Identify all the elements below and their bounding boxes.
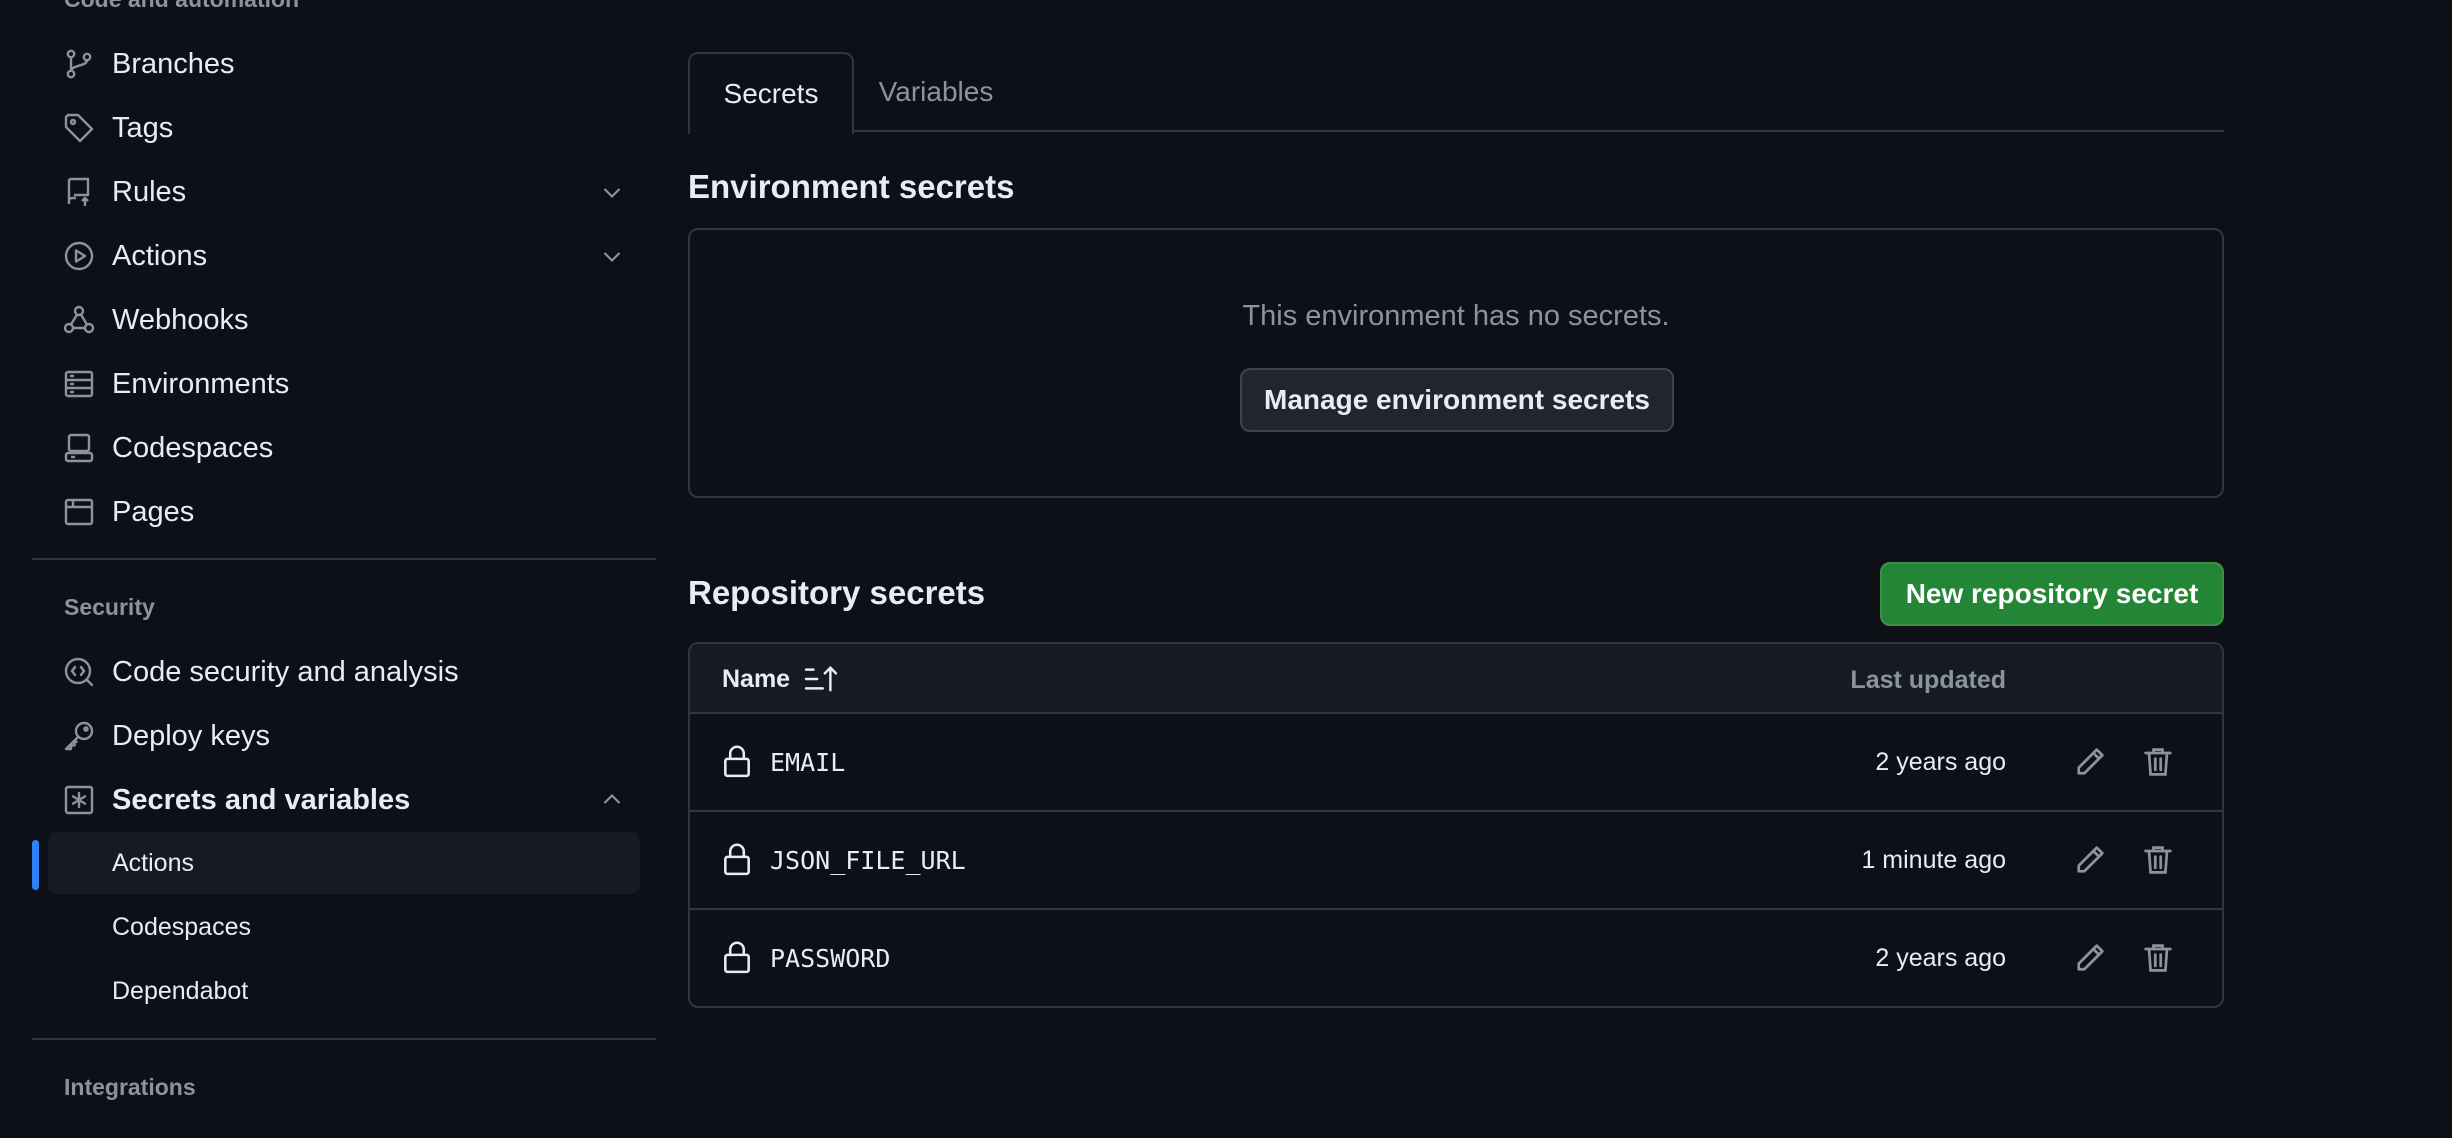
sidebar-subitem-label: Actions bbox=[112, 848, 194, 877]
sidebar-subitem-actions[interactable]: Actions bbox=[48, 832, 640, 894]
table-row: JSON_FILE_URL 1 minute ago bbox=[690, 812, 2222, 910]
section-heading-integrations: Integrations bbox=[64, 1074, 196, 1100]
sidebar-item-environments[interactable]: Environments bbox=[48, 354, 640, 414]
empty-state-text: This environment has no secrets. bbox=[1242, 300, 1670, 332]
sidebar-item-label: Codespaces bbox=[112, 431, 274, 464]
sidebar-item-actions[interactable]: Actions bbox=[48, 226, 640, 286]
secret-name: EMAIL bbox=[770, 748, 846, 777]
section-heading-code-automation: Code and automation bbox=[64, 0, 299, 13]
sidebar-subitem-codespaces[interactable]: Codespaces bbox=[48, 896, 640, 958]
last-updated: 2 years ago bbox=[1875, 944, 2006, 972]
table-row: EMAIL 2 years ago bbox=[690, 714, 2222, 812]
sidebar-item-webhooks[interactable]: Webhooks bbox=[48, 290, 640, 350]
chevron-down-icon[interactable] bbox=[600, 244, 624, 268]
sidebar-item-label: Deploy keys bbox=[112, 719, 270, 752]
secret-name: PASSWORD bbox=[770, 944, 891, 973]
sidebar-item-label: Branches bbox=[112, 47, 235, 80]
sidebar-item-label: Code security and analysis bbox=[112, 655, 459, 688]
sidebar-divider bbox=[32, 558, 656, 560]
sidebar-item-rules[interactable]: Rules bbox=[48, 162, 640, 222]
tab-bar: Secrets Variables bbox=[688, 52, 2224, 134]
sidebar-item-label: Secrets and variables bbox=[112, 783, 411, 816]
pencil-icon[interactable] bbox=[2072, 940, 2108, 976]
play-icon bbox=[62, 239, 96, 273]
tag-icon bbox=[62, 111, 96, 145]
manage-environment-secrets-button[interactable]: Manage environment secrets bbox=[1240, 368, 1674, 432]
environment-secrets-heading: Environment secrets bbox=[688, 168, 1015, 205]
lock-icon bbox=[724, 941, 750, 974]
sidebar-divider bbox=[32, 1038, 656, 1040]
chevron-down-icon[interactable] bbox=[600, 180, 624, 204]
table-header: Name Last updated bbox=[690, 644, 2222, 714]
lock-icon bbox=[724, 745, 750, 778]
pencil-icon[interactable] bbox=[2072, 842, 2108, 878]
sidebar-subitem-label: Dependabot bbox=[112, 976, 249, 1005]
sidebar-item-secrets-variables[interactable]: Secrets and variables bbox=[48, 770, 640, 830]
sidebar-item-label: Rules bbox=[112, 175, 187, 208]
settings-sidebar: Code and automation Branches Tags Rules … bbox=[0, 0, 656, 1138]
git-branch-icon bbox=[62, 47, 96, 81]
section-heading-security: Security bbox=[64, 594, 155, 620]
table-row: PASSWORD 2 years ago bbox=[690, 910, 2222, 1006]
sidebar-item-label: Pages bbox=[112, 495, 195, 528]
sidebar-item-label: Environments bbox=[112, 367, 290, 400]
sidebar-item-label: Actions bbox=[112, 239, 208, 272]
sidebar-item-deploy-keys[interactable]: Deploy keys bbox=[48, 706, 640, 766]
new-repository-secret-button[interactable]: New repository secret bbox=[1880, 562, 2224, 626]
trash-icon[interactable] bbox=[2140, 744, 2176, 780]
codespaces-icon bbox=[62, 431, 96, 465]
sort-ascending-icon[interactable] bbox=[804, 664, 838, 694]
webhook-icon bbox=[62, 303, 96, 337]
chevron-up-icon[interactable] bbox=[600, 788, 624, 812]
last-updated: 2 years ago bbox=[1875, 748, 2006, 776]
sidebar-item-codespaces[interactable]: Codespaces bbox=[48, 418, 640, 478]
key-icon bbox=[62, 719, 96, 753]
active-indicator bbox=[32, 840, 39, 890]
pencil-icon[interactable] bbox=[2072, 744, 2108, 780]
column-name-label: Name bbox=[722, 664, 791, 693]
sidebar-item-code-security[interactable]: Code security and analysis bbox=[48, 642, 640, 702]
column-header-last-updated: Last updated bbox=[1850, 666, 2006, 694]
secret-name: JSON_FILE_URL bbox=[770, 846, 966, 875]
sidebar-item-label: Webhooks bbox=[112, 303, 249, 336]
server-icon bbox=[62, 367, 96, 401]
browser-icon bbox=[62, 495, 96, 529]
secrets-table: Name Last updated EMAIL 2 years ago JSON… bbox=[688, 642, 2224, 1008]
tab-secrets[interactable]: Secrets bbox=[688, 52, 854, 134]
sidebar-item-tags[interactable]: Tags bbox=[48, 98, 640, 158]
sidebar-subitem-label: Codespaces bbox=[112, 912, 251, 941]
last-updated: 1 minute ago bbox=[1861, 846, 2006, 874]
codescan-icon bbox=[62, 655, 96, 689]
repo-push-icon bbox=[62, 175, 96, 209]
sidebar-subitem-dependabot[interactable]: Dependabot bbox=[48, 960, 640, 1022]
trash-icon[interactable] bbox=[2140, 842, 2176, 878]
sidebar-item-label: Tags bbox=[112, 111, 174, 144]
repository-secrets-heading: Repository secrets bbox=[688, 574, 986, 611]
sidebar-item-pages[interactable]: Pages bbox=[48, 482, 640, 542]
sidebar-item-branches[interactable]: Branches bbox=[48, 34, 640, 94]
asterisk-icon bbox=[62, 783, 96, 817]
lock-icon bbox=[724, 843, 750, 876]
tab-variables[interactable]: Variables bbox=[854, 52, 1018, 132]
environment-secrets-box: This environment has no secrets. Manage … bbox=[688, 228, 2224, 498]
trash-icon[interactable] bbox=[2140, 940, 2176, 976]
column-header-name[interactable]: Name bbox=[722, 664, 838, 694]
